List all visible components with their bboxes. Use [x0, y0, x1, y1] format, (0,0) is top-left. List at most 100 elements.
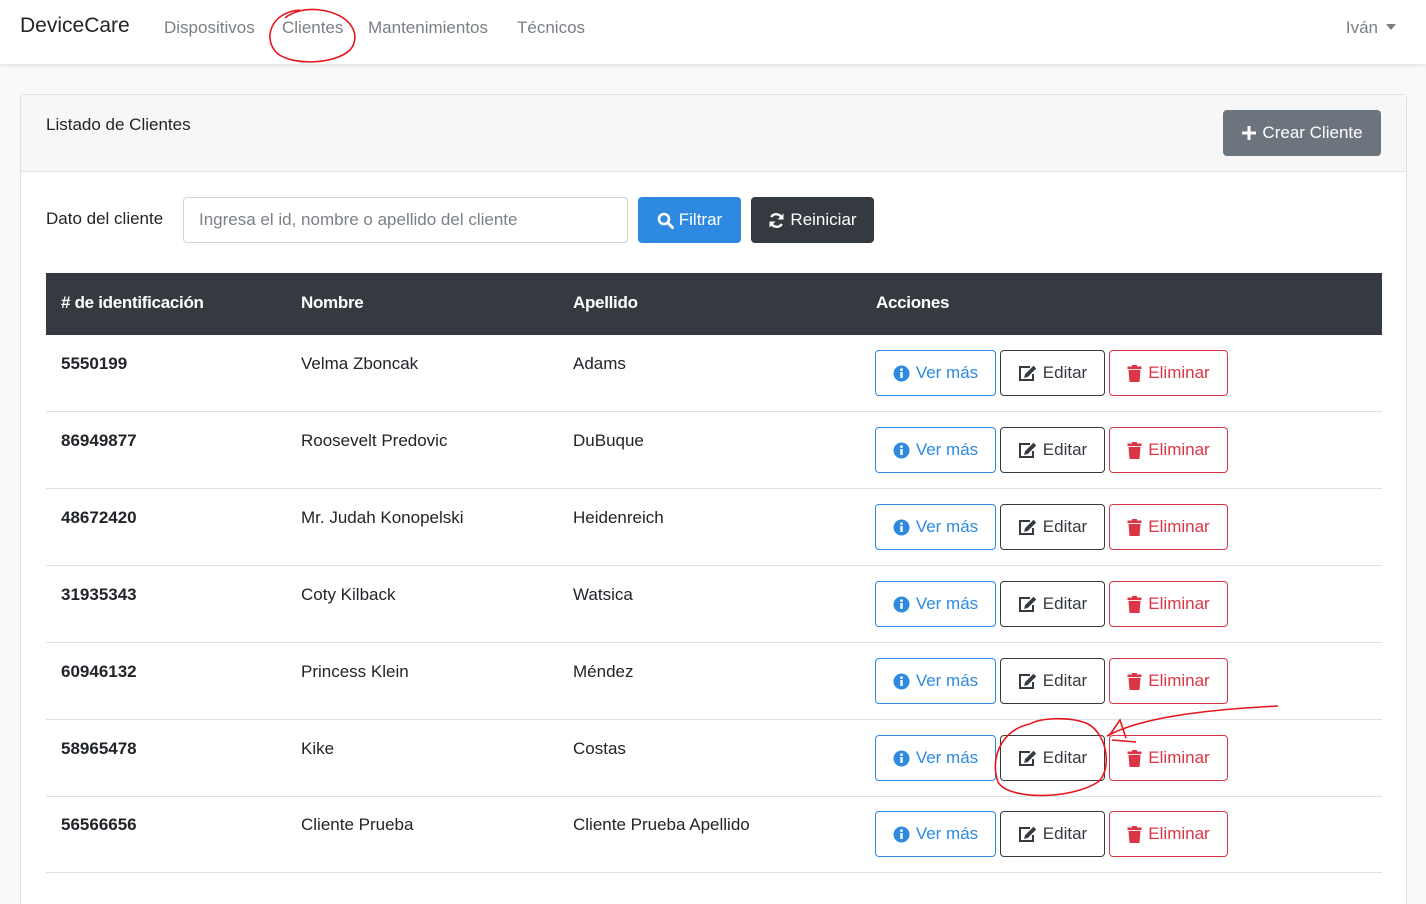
view-button[interactable]: Ver más [875, 504, 996, 550]
client-apellido: Heidenreich [573, 508, 664, 527]
client-nombre: Roosevelt Predovic [301, 431, 448, 450]
trash-icon [1127, 595, 1142, 613]
view-button[interactable]: Ver más [875, 658, 996, 704]
trash-icon [1127, 364, 1142, 382]
client-apellido: Adams [573, 354, 626, 373]
edit-button[interactable]: Editar [1000, 735, 1105, 781]
edit-icon [1018, 519, 1037, 536]
edit-icon [1018, 826, 1037, 843]
table-row: 56566656 Cliente Prueba Cliente Prueba Ape… [46, 796, 1382, 873]
view-label: Ver más [915, 824, 979, 843]
trash-icon [1127, 672, 1142, 690]
delete-label: Eliminar [1148, 440, 1210, 459]
edit-button[interactable]: Editar [1000, 658, 1105, 704]
edit-label: Editar [1042, 671, 1088, 690]
info-icon [893, 519, 910, 536]
delete-button[interactable]: Eliminar [1109, 350, 1228, 396]
filter-label: Dato del cliente [46, 209, 164, 228]
clients-card: Listado de Clientes Crear Cliente Dato d… [20, 94, 1407, 904]
delete-button[interactable]: Eliminar [1109, 811, 1228, 857]
header-acciones: Acciones [876, 293, 950, 312]
card-title: Listado de Clientes [46, 115, 191, 134]
trash-icon [1127, 749, 1142, 767]
client-id: 48672420 [61, 508, 137, 527]
table-row: 5550199 Velma Zboncak Adams Ver más Editar El… [46, 335, 1382, 412]
edit-button[interactable]: Editar [1000, 581, 1105, 627]
view-label: Ver más [915, 671, 979, 690]
table-row: 60946132 Princess Klein Méndez Ver más Edita… [46, 643, 1382, 720]
edit-icon [1018, 365, 1037, 382]
delete-button[interactable]: Eliminar [1109, 735, 1228, 781]
filter-label-text: Filtrar [678, 210, 723, 229]
view-button[interactable]: Ver más [875, 811, 996, 857]
delete-label: Eliminar [1148, 824, 1210, 843]
delete-button[interactable]: Eliminar [1109, 504, 1228, 550]
trash-icon [1127, 825, 1142, 843]
brand-logo[interactable]: DeviceCare [20, 14, 130, 38]
edit-label: Editar [1042, 363, 1088, 382]
delete-label: Eliminar [1148, 748, 1210, 767]
edit-button[interactable]: Editar [1000, 427, 1105, 473]
view-label: Ver más [915, 517, 979, 536]
client-id: 56566656 [61, 815, 137, 834]
client-search-input[interactable]: Ingresa el id, nombre o apellido del cli… [183, 197, 628, 243]
table-row: 48672420 Mr. Judah Konopelski Heidenreich V… [46, 489, 1382, 566]
view-button[interactable]: Ver más [875, 427, 996, 473]
search-icon [657, 212, 674, 229]
header-nombre: Nombre [301, 293, 364, 312]
reset-label-text: Reiniciar [790, 210, 857, 229]
delete-button[interactable]: Eliminar [1109, 581, 1228, 627]
client-nombre: Velma Zboncak [301, 354, 419, 373]
view-button[interactable]: Ver más [875, 350, 996, 396]
info-icon [893, 365, 910, 382]
create-client-button[interactable]: Crear Cliente [1223, 110, 1381, 156]
table-row: 58965478 Kike Costas Ver más Editar Eliminar [46, 720, 1382, 797]
client-id: 60946132 [61, 662, 137, 681]
view-label: Ver más [915, 363, 979, 382]
nav-tecnicos[interactable]: Técnicos [517, 18, 585, 38]
reset-button[interactable]: Reiniciar [751, 197, 874, 243]
caret-down-icon [1386, 24, 1396, 30]
client-id: 5550199 [61, 354, 128, 373]
client-nombre: Mr. Judah Konopelski [301, 508, 464, 527]
table-row: 86949877 Roosevelt Predovic DuBuque Ver más… [46, 412, 1382, 489]
nav-clientes[interactable]: Clientes [282, 18, 343, 38]
nav-mantenimientos[interactable]: Mantenimientos [368, 18, 488, 38]
edit-label: Editar [1042, 594, 1088, 613]
client-id: 31935343 [61, 585, 137, 604]
edit-label: Editar [1042, 440, 1088, 459]
filter-button[interactable]: Filtrar [638, 197, 741, 243]
navbar: DeviceCare Dispositivos Clientes Manteni… [0, 0, 1426, 64]
view-button[interactable]: Ver más [875, 581, 996, 627]
info-icon [893, 442, 910, 459]
info-icon [893, 596, 910, 613]
edit-icon [1018, 673, 1037, 690]
delete-label: Eliminar [1148, 594, 1210, 613]
header-id: # de identificación [61, 293, 204, 312]
view-label: Ver más [915, 748, 979, 767]
view-button[interactable]: Ver más [875, 735, 996, 781]
view-label: Ver más [915, 440, 979, 459]
client-nombre: Kike [301, 739, 335, 758]
delete-label: Eliminar [1148, 671, 1210, 690]
info-icon [893, 673, 910, 690]
edit-button[interactable]: Editar [1000, 350, 1105, 396]
delete-button[interactable]: Eliminar [1109, 658, 1228, 704]
plus-icon [1241, 125, 1257, 141]
edit-button[interactable]: Editar [1000, 504, 1105, 550]
client-apellido: DuBuque [573, 431, 644, 450]
card-header: Listado de Clientes Crear Cliente [21, 95, 1406, 172]
delete-button[interactable]: Eliminar [1109, 427, 1228, 473]
create-client-label: Crear Cliente [1262, 123, 1363, 142]
table-row: 31935343 Coty Kilback Watsica Ver más Editar… [46, 566, 1382, 643]
client-id: 86949877 [61, 431, 137, 450]
edit-label: Editar [1042, 517, 1088, 536]
delete-label: Eliminar [1148, 517, 1210, 536]
refresh-icon [768, 212, 785, 229]
edit-label: Editar [1042, 748, 1088, 767]
view-label: Ver más [915, 594, 979, 613]
edit-button[interactable]: Editar [1000, 811, 1105, 857]
client-apellido: Watsica [573, 585, 633, 604]
user-menu[interactable]: Iván [1346, 18, 1396, 38]
nav-dispositivos[interactable]: Dispositivos [164, 18, 255, 38]
